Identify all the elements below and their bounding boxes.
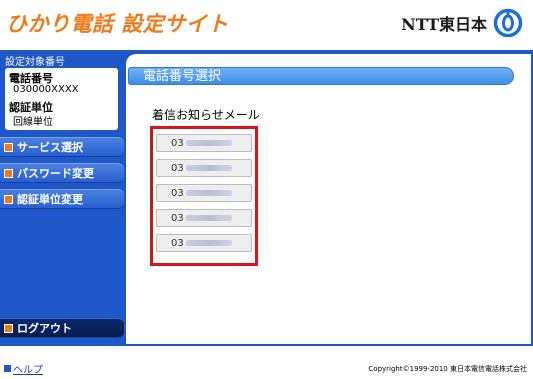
ntt-logo-icon: [493, 8, 523, 38]
bullet-icon: [4, 142, 13, 152]
number-prefix: 03: [171, 137, 184, 149]
redacted-number: [185, 215, 232, 221]
help-link[interactable]: ヘルプ: [4, 361, 43, 376]
menu-label: パスワード変更: [17, 167, 94, 180]
section-label: 着信お知らせメール: [152, 108, 260, 122]
main-frame: 設定対象番号 電話番号 030000XXXX 認証単位 回線単位 サービス選択 …: [0, 50, 533, 346]
redacted-number: [185, 190, 232, 196]
phone-number-button[interactable]: 03: [156, 234, 252, 252]
logo-text: NTT東日本: [401, 15, 487, 34]
info-heading: 設定対象番号: [5, 57, 65, 68]
bullet-icon: [4, 365, 11, 372]
copyright: Copyright©1999-2010 東日本電信電話株式会社: [368, 365, 527, 373]
logout-label: ログアウト: [17, 322, 72, 335]
menu-label: 認証単位変更: [17, 193, 83, 206]
redacted-number: [185, 140, 232, 146]
phone-number-list: 03 03 03 03 03: [150, 126, 258, 266]
ntt-logo: NTT東日本: [401, 8, 523, 38]
bullet-icon: [4, 168, 13, 178]
number-prefix: 03: [171, 212, 184, 224]
phone-number-button[interactable]: 03: [156, 159, 252, 177]
bullet-icon: [4, 194, 13, 204]
footer: ヘルプ Copyright©1999-2010 東日本電信電話株式会社: [0, 346, 533, 379]
number-prefix: 03: [171, 162, 184, 174]
target-info-box: 電話番号 030000XXXX 認証単位 回線単位: [5, 68, 118, 130]
site-title: ひかり電話 設定サイト: [6, 12, 229, 36]
phone-number-button[interactable]: 03: [156, 209, 252, 227]
number-prefix: 03: [171, 237, 184, 249]
content-area: 電話番号選択 着信お知らせメール 03 03 03 03 03: [126, 54, 531, 344]
auth-unit-value: 回線単位: [13, 117, 53, 128]
auth-unit-change-button[interactable]: 認証単位変更: [0, 189, 124, 209]
logout-button[interactable]: ログアウト: [0, 318, 124, 338]
bullet-icon: [4, 323, 13, 333]
header: ひかり電話 設定サイト NTT東日本: [0, 0, 533, 50]
help-label: ヘルプ: [13, 365, 43, 376]
page-title: 電話番号選択: [128, 67, 514, 85]
number-prefix: 03: [171, 187, 184, 199]
phone-number-button[interactable]: 03: [156, 184, 252, 202]
phone-number-button[interactable]: 03: [156, 134, 252, 152]
password-change-button[interactable]: パスワード変更: [0, 163, 124, 183]
menu-label: サービス選択: [17, 141, 83, 154]
redacted-number: [185, 165, 232, 171]
phone-number-value: 030000XXXX: [13, 84, 79, 95]
service-select-button[interactable]: サービス選択: [0, 137, 124, 157]
redacted-number: [185, 240, 232, 246]
sidebar: 設定対象番号 電話番号 030000XXXX 認証単位 回線単位 サービス選択 …: [0, 50, 126, 346]
